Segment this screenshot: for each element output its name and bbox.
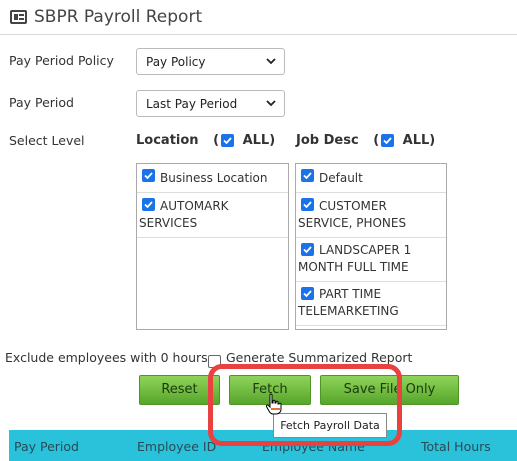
job-desc-item-checkbox[interactable] [301,169,314,182]
pay-period-policy-label: Pay Period Policy [9,53,114,68]
location-header-label: Location [136,133,199,148]
pay-period-policy-select[interactable]: Pay Policy [136,48,285,75]
location-item[interactable]: Business Location [137,164,288,193]
job-desc-paren: ( [373,133,380,148]
job-desc-item-label: Default [319,171,363,185]
job-desc-item-checkbox[interactable] [301,243,314,256]
fetch-tooltip: Fetch Payroll Data [273,413,387,438]
location-all-label: ALL) [242,133,276,148]
location-item-label: Business Location [160,171,268,185]
select-level-label: Select Level [9,133,85,148]
hand-cursor-icon [265,393,282,415]
summarized-report-label: Generate Summarized Report [226,350,413,365]
job-desc-item-label-line2: TELEMARKETING [298,304,399,318]
job-desc-item-label: LANDSCAPER 1 [319,243,412,257]
location-item-label: AUTOMARK [160,199,229,213]
location-listbox[interactable]: Business Location AUTOMARK SERVICES [136,163,289,330]
job-desc-header: Job Desc ( ALL) [296,133,435,148]
job-desc-item-label-line2: SERVICE, PHONES [298,216,407,230]
job-desc-item-label: PART TIME [319,287,382,301]
pay-period-policy-value: Pay Policy [146,55,206,69]
page-title: SBPR Payroll Report [34,7,203,27]
location-item-checkbox[interactable] [142,169,155,182]
chevron-down-icon [266,58,276,65]
location-paren: ( [213,133,220,148]
job-desc-item[interactable]: LANDSCAPER 1 MONTH FULL TIME [296,238,446,282]
job-desc-item-label-line2: MONTH FULL TIME [298,260,409,274]
report-icon [10,10,27,24]
job-desc-item[interactable]: CUSTOMER SERVICE, PHONES [296,193,446,238]
pay-period-value: Last Pay Period [146,97,238,111]
job-desc-all-checkbox[interactable] [381,134,395,147]
job-desc-item[interactable]: Default [296,164,446,193]
location-item-label-line2: SERVICES [139,216,198,230]
location-item-checkbox[interactable] [142,198,155,211]
title-divider [0,34,517,35]
exclude-zero-hours-label: Exclude employees with 0 hours [5,350,208,365]
job-desc-header-label: Job Desc [296,133,359,148]
column-header-pay-period[interactable]: Pay Period [14,439,79,454]
job-desc-listbox[interactable]: Default CUSTOMER SERVICE, PHONES LANDSCA… [295,163,447,330]
job-desc-item-checkbox[interactable] [301,287,314,300]
pay-period-label: Pay Period [9,95,74,110]
location-item[interactable]: AUTOMARK SERVICES [137,193,288,238]
column-header-employee-id[interactable]: Employee ID [137,439,216,454]
chevron-down-icon [266,100,276,107]
pay-period-select[interactable]: Last Pay Period [136,90,285,117]
column-header-total-hours[interactable]: Total Hours [421,439,491,454]
job-desc-item-label: CUSTOMER [319,199,387,213]
location-header: Location ( ALL) [136,133,275,148]
job-desc-item-checkbox[interactable] [301,198,314,211]
job-desc-all-label: ALL) [402,133,436,148]
location-all-checkbox[interactable] [221,134,235,147]
job-desc-item[interactable]: PART TIME TELEMARKETING [296,282,446,326]
